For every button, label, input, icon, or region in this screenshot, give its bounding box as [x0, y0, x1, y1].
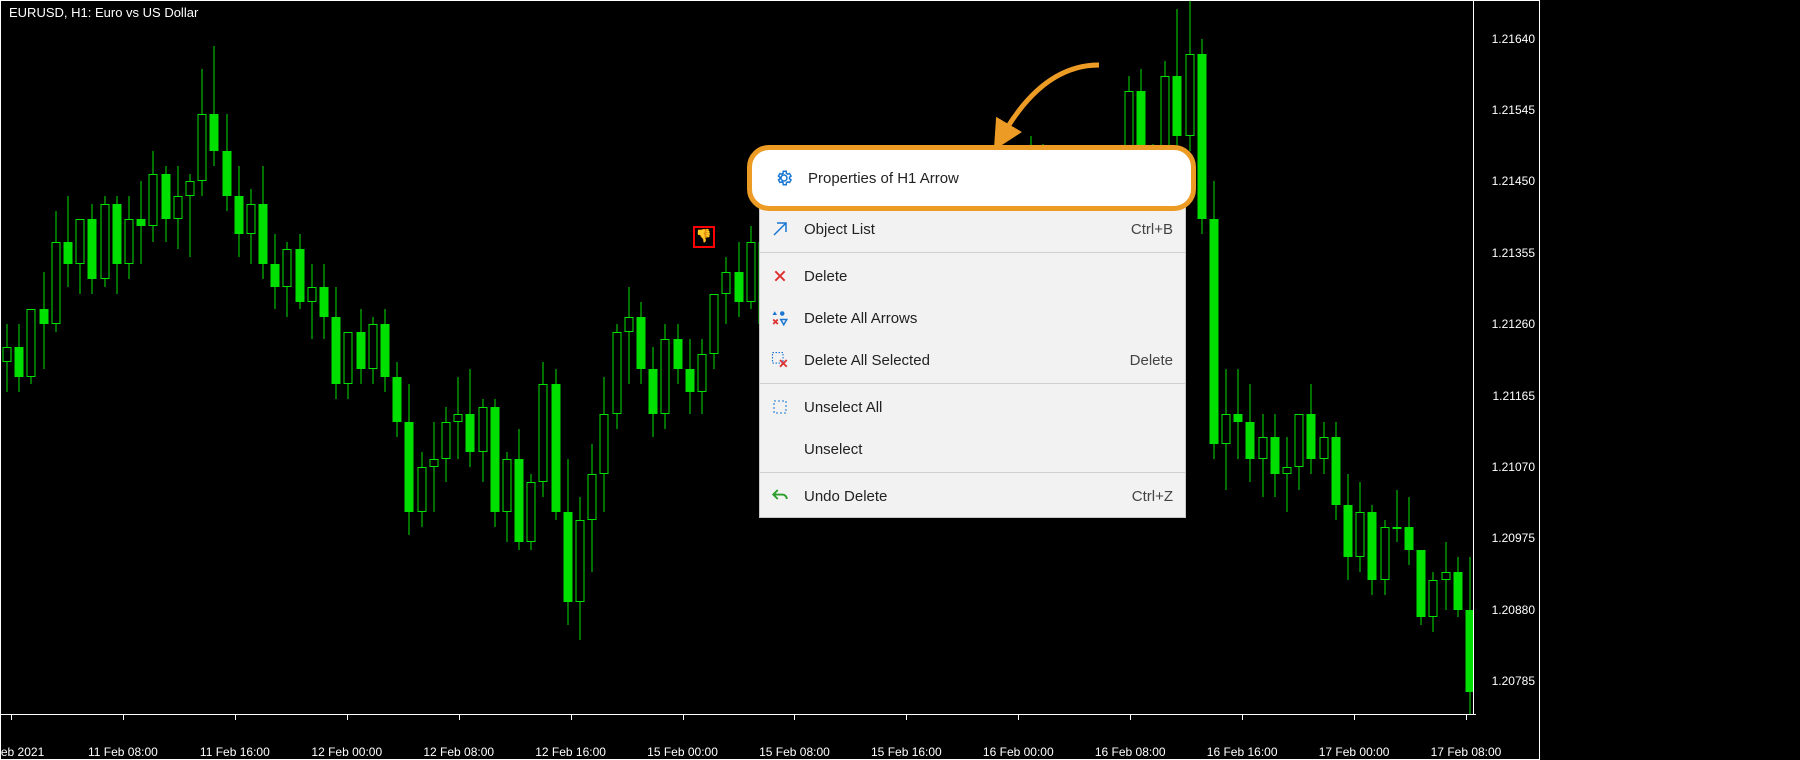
menu-delete-label: Delete [804, 268, 1173, 285]
context-menu: Object List Ctrl+B Delete Delete All Arr… [759, 159, 1186, 518]
gear-icon [774, 168, 794, 188]
menu-delete-all-arrows-label: Delete All Arrows [804, 310, 1173, 327]
menu-delete-all-selected-shortcut: Delete [1130, 352, 1173, 369]
menu-unselect-label: Unselect [804, 441, 1173, 458]
menu-properties-highlight[interactable]: Properties of H1 Arrow [747, 145, 1196, 211]
menu-delete-all-selected-label: Delete All Selected [804, 352, 1118, 369]
time-tick [1018, 715, 1019, 720]
time-tick-label: 15 Feb 16:00 [871, 745, 942, 759]
time-tick [459, 715, 460, 720]
candle-area[interactable]: 👎 [1, 1, 1476, 715]
time-tick-label: 15 Feb 00:00 [647, 745, 718, 759]
undo-icon [770, 486, 790, 506]
time-tick [1466, 715, 1467, 720]
selection-delete-icon [770, 350, 790, 370]
menu-delete[interactable]: Delete [760, 255, 1185, 297]
menu-undo-delete-shortcut: Ctrl+Z [1132, 488, 1173, 505]
menu-object-list-shortcut: Ctrl+B [1131, 221, 1173, 238]
arrow-marker-thumbs-down[interactable]: 👎 [693, 226, 715, 248]
price-tick-label: 1.21165 [1493, 389, 1536, 403]
time-tick-label: 12 Feb 16:00 [535, 745, 606, 759]
time-tick [11, 715, 12, 720]
menu-separator [760, 252, 1185, 253]
time-tick [683, 715, 684, 720]
time-tick [1130, 715, 1131, 720]
menu-undo-delete[interactable]: Undo Delete Ctrl+Z [760, 475, 1185, 517]
menu-unselect-all-label: Unselect All [804, 399, 1173, 416]
menu-object-list[interactable]: Object List Ctrl+B [760, 208, 1185, 250]
price-tick-label: 1.21355 [1492, 246, 1535, 260]
menu-delete-all-selected[interactable]: Delete All Selected Delete [760, 339, 1185, 381]
price-tick-label: 1.21450 [1492, 174, 1535, 188]
time-tick [794, 715, 795, 720]
delete-icon [770, 266, 790, 286]
menu-object-list-label: Object List [804, 221, 1119, 238]
menu-undo-delete-label: Undo Delete [804, 488, 1120, 505]
time-tick [123, 715, 124, 720]
price-axis: 1.21640 1.21545 1.21450 1.21355 1.21260 1.211… [1473, 1, 1539, 715]
menu-separator [760, 472, 1185, 473]
chart-window[interactable]: EURUSD, H1: Euro vs US Dollar 👎 1.216401… [0, 0, 1540, 760]
blank-icon [770, 439, 790, 459]
time-tick [235, 715, 236, 720]
menu-delete-all-arrows[interactable]: Delete All Arrows [760, 297, 1185, 339]
time-tick [347, 715, 348, 720]
price-tick-label: 1.21640 [1492, 32, 1535, 46]
time-tick-label: 11 Feb 16:00 [200, 745, 270, 759]
time-tick-label: 16 Feb 08:00 [1095, 745, 1166, 759]
time-tick [571, 715, 572, 720]
time-tick [906, 715, 907, 720]
price-tick-label: 1.20880 [1492, 603, 1535, 617]
menu-separator [760, 383, 1185, 384]
time-tick-label: 11 Feb 08:00 [88, 745, 158, 759]
price-tick-label: 1.20785 [1492, 674, 1535, 688]
time-tick-label: 12 Feb 08:00 [423, 745, 494, 759]
time-tick-label: 16 Feb 00:00 [983, 745, 1054, 759]
menu-unselect-all[interactable]: Unselect All [760, 386, 1185, 428]
time-tick [1242, 715, 1243, 720]
price-tick-label: 1.21260 [1492, 317, 1535, 331]
chart-title: EURUSD, H1: Euro vs US Dollar [9, 5, 198, 20]
time-tick-label: 12 Feb 00:00 [311, 745, 382, 759]
time-tick-label: 17 Feb 08:00 [1431, 745, 1502, 759]
time-axis: 11 Feb 2021 11 Feb 08:00 11 Feb 16:00 12 Fe… [1, 714, 1476, 759]
time-tick-label: 17 Feb 00:00 [1319, 745, 1390, 759]
time-tick-label: 11 Feb 2021 [0, 745, 44, 759]
price-tick-label: 1.20975 [1492, 531, 1535, 545]
object-list-icon [770, 219, 790, 239]
menu-properties-label: Properties of H1 Arrow [808, 170, 959, 187]
price-tick-label: 1.21070 [1492, 460, 1535, 474]
unselect-all-icon [770, 397, 790, 417]
time-tick-label: 15 Feb 08:00 [759, 745, 830, 759]
time-tick [1354, 715, 1355, 720]
price-tick-label: 1.21545 [1492, 103, 1535, 117]
menu-unselect[interactable]: Unselect [760, 428, 1185, 470]
time-tick-label: 16 Feb 16:00 [1207, 745, 1278, 759]
shapes-delete-icon [770, 308, 790, 328]
